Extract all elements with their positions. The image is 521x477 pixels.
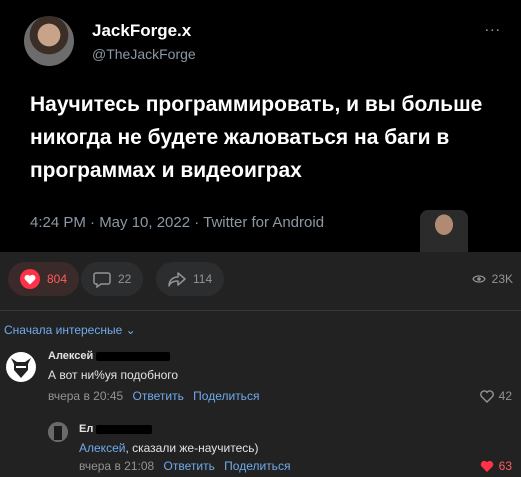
comment-author[interactable]: Алексей xyxy=(48,350,171,362)
share-link[interactable]: Поделиться xyxy=(193,389,259,403)
like-count: 804 xyxy=(47,272,68,286)
reaction-sticker xyxy=(420,210,468,252)
comment-time: вчера в 21:08 xyxy=(79,459,155,473)
tweet-more-icon: ... xyxy=(484,18,501,35)
eye-icon xyxy=(471,275,486,283)
comment-like-count: 42 xyxy=(498,389,512,403)
heart-filled-icon xyxy=(480,460,493,472)
reply-button[interactable]: Ответить xyxy=(133,389,184,403)
tweet-author-handle: @TheJackForge xyxy=(92,46,196,62)
avatar[interactable] xyxy=(48,422,68,442)
comment-text: Алексей, сказали же-научитесь) xyxy=(79,441,259,455)
reply-button[interactable]: Ответить xyxy=(164,459,215,473)
heart-icon xyxy=(20,269,40,289)
tweet-author-avatar xyxy=(24,16,74,66)
tweet-author-name: JackForge.x xyxy=(92,21,192,40)
comment-author-name: Ел xyxy=(79,423,94,435)
comment-author[interactable]: Ел xyxy=(79,423,153,435)
share-icon xyxy=(168,271,186,287)
censor-bar xyxy=(96,351,171,361)
sort-label: Сначала интересные xyxy=(4,323,123,337)
chevron-down-icon: ⌄ xyxy=(125,323,136,337)
like-button[interactable]: 804 xyxy=(8,262,80,296)
share-link[interactable]: Поделиться xyxy=(224,459,290,473)
censor-bar xyxy=(96,424,153,434)
mention-link[interactable]: Алексей xyxy=(79,441,125,455)
comment-author-name: Алексей xyxy=(48,350,94,362)
comment-button[interactable]: 22 xyxy=(81,262,144,296)
comment-like-button[interactable]: 63 xyxy=(480,459,512,473)
heart-outline-icon xyxy=(479,389,494,403)
comment-meta: вчера в 21:08 Ответить Поделиться xyxy=(79,459,290,473)
tweet-text: Научитесь программировать, и вы больше н… xyxy=(30,93,483,182)
post-actions: 804 22 114 23K xyxy=(0,262,521,298)
avatar[interactable] xyxy=(6,352,36,382)
comment-time: вчера в 20:45 xyxy=(48,389,124,403)
tweet-meta: 4:24 PM · May 10, 2022 · Twitter for And… xyxy=(30,214,325,231)
post-image[interactable]: JackForge.x @TheJackForge ... Научитесь … xyxy=(0,0,521,252)
divider xyxy=(0,310,521,311)
views-counter: 23K xyxy=(471,272,513,286)
comments-sort-dropdown[interactable]: Сначала интересные ⌄ xyxy=(4,323,136,337)
comment-icon xyxy=(93,271,111,288)
share-count: 114 xyxy=(193,272,213,286)
comment-like-count: 63 xyxy=(498,459,512,473)
comment-text-body: , сказали же-научитесь) xyxy=(125,441,259,455)
comment-meta: вчера в 20:45 Ответить Поделиться xyxy=(48,389,259,403)
share-button[interactable]: 114 xyxy=(156,262,225,296)
comment-count: 22 xyxy=(118,272,132,286)
comment-text: А вот ни%уя подобного xyxy=(48,368,179,382)
views-count: 23K xyxy=(491,272,513,286)
comment-like-button[interactable]: 42 xyxy=(479,389,512,403)
